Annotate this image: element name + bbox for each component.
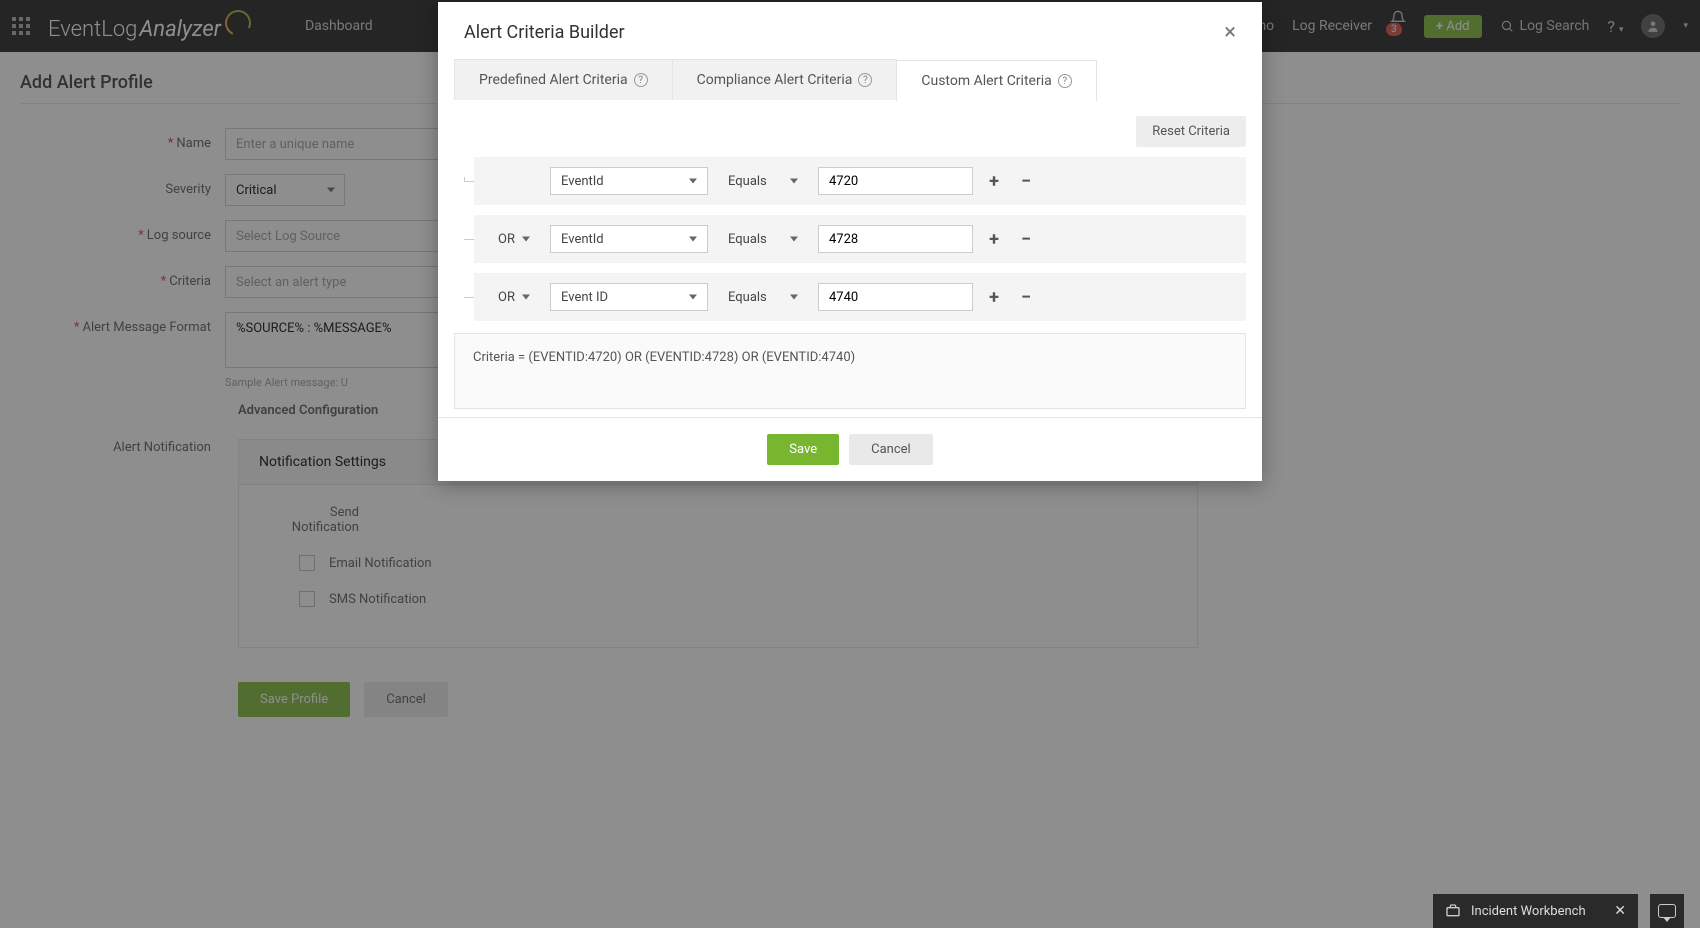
condition-select[interactable]: Equals <box>718 225 808 253</box>
save-button[interactable]: Save <box>767 434 839 465</box>
chat-button[interactable] <box>1650 894 1684 928</box>
criteria-row: EventId Equals + − <box>474 157 1246 205</box>
field-select[interactable]: EventId <box>550 167 708 195</box>
modal-tabs: Predefined Alert Criteria ? Compliance A… <box>454 59 1246 100</box>
operator-select[interactable]: OR <box>488 225 540 253</box>
value-input[interactable] <box>818 167 973 195</box>
add-row-icon[interactable]: + <box>983 229 1005 250</box>
tab-custom-label: Custom Alert Criteria <box>921 73 1051 89</box>
help-icon[interactable]: ? <box>858 73 872 87</box>
modal-title: Alert Criteria Builder <box>464 22 625 43</box>
operator-select[interactable]: OR <box>488 283 540 311</box>
incident-workbench-bar[interactable]: Incident Workbench ✕ <box>1433 894 1638 928</box>
tab-custom[interactable]: Custom Alert Criteria ? <box>896 60 1096 101</box>
remove-row-icon[interactable]: − <box>1015 287 1037 308</box>
value-input[interactable] <box>818 283 973 311</box>
close-icon[interactable]: × <box>1224 20 1236 45</box>
help-icon[interactable]: ? <box>1058 74 1072 88</box>
field-select[interactable]: Event ID <box>550 283 708 311</box>
condition-select[interactable]: Equals <box>718 283 808 311</box>
alert-criteria-modal: Alert Criteria Builder × Predefined Aler… <box>438 2 1262 481</box>
tab-predefined-label: Predefined Alert Criteria <box>479 72 628 88</box>
add-row-icon[interactable]: + <box>983 287 1005 308</box>
incident-icon <box>1445 903 1461 919</box>
incident-close-icon[interactable]: ✕ <box>1614 903 1626 919</box>
tab-compliance-label: Compliance Alert Criteria <box>697 72 853 88</box>
cancel-button[interactable]: Cancel <box>849 434 933 465</box>
add-row-icon[interactable]: + <box>983 171 1005 192</box>
chat-icon <box>1658 904 1676 918</box>
value-input[interactable] <box>818 225 973 253</box>
remove-row-icon[interactable]: − <box>1015 229 1037 250</box>
field-select[interactable]: EventId <box>550 225 708 253</box>
tab-predefined[interactable]: Predefined Alert Criteria ? <box>454 59 673 100</box>
condition-select[interactable]: Equals <box>718 167 808 195</box>
criteria-summary: Criteria = (EVENTID:4720) OR (EVENTID:47… <box>454 333 1246 409</box>
reset-criteria-button[interactable]: Reset Criteria <box>1136 116 1246 147</box>
incident-label: Incident Workbench <box>1471 904 1586 919</box>
remove-row-icon[interactable]: − <box>1015 171 1037 192</box>
criteria-row: OR EventId Equals + − <box>474 215 1246 263</box>
criteria-block: EventId Equals + − OR EventId Equals + − <box>454 157 1246 321</box>
criteria-row: OR Event ID Equals + − <box>474 273 1246 321</box>
tab-compliance[interactable]: Compliance Alert Criteria ? <box>672 59 898 100</box>
modal-overlay: Alert Criteria Builder × Predefined Aler… <box>0 0 1700 928</box>
help-icon[interactable]: ? <box>634 73 648 87</box>
